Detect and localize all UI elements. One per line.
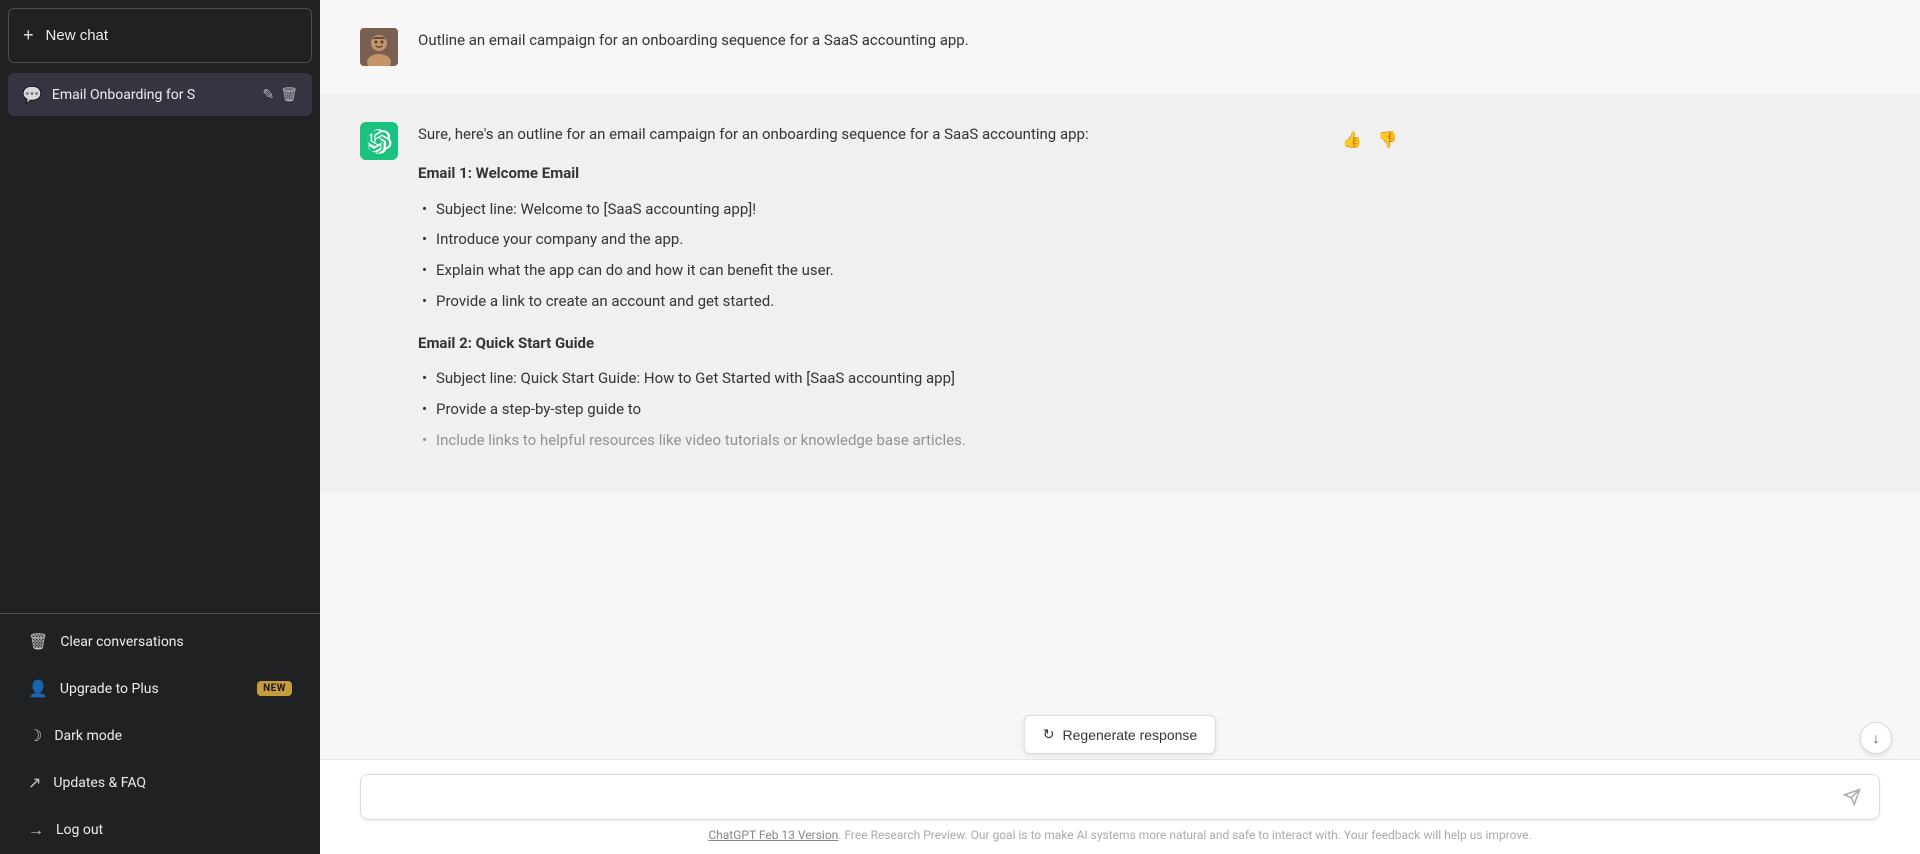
trash-icon: 🗑: [28, 632, 48, 651]
regenerate-button[interactable]: ↻ Regenerate response: [1024, 715, 1216, 754]
email2-heading: Email 2: Quick Start Guide: [418, 331, 1318, 356]
user-message-content: Outline an email campaign for an onboard…: [418, 28, 1318, 53]
email2-bullet-3: Include links to helpful resources like …: [418, 425, 1318, 456]
thumbs-up-button[interactable]: 👍: [1338, 126, 1366, 154]
sidebar-item-upgrade[interactable]: 👤 Upgrade to Plus NEW: [8, 667, 312, 710]
assistant-message-content: Sure, here's an outline for an email cam…: [418, 122, 1318, 464]
assistant-message-row: Sure, here's an outline for an email cam…: [320, 94, 1920, 492]
external-link-icon: ↗: [28, 773, 41, 792]
send-button[interactable]: [1839, 786, 1865, 808]
upgrade-label: Upgrade to Plus: [60, 681, 245, 697]
input-container: [360, 774, 1880, 820]
email1-bullets: Subject line: Welcome to [SaaS accountin…: [418, 194, 1318, 317]
sidebar-item-logout[interactable]: → Log out: [8, 808, 312, 852]
new-badge: NEW: [257, 681, 292, 696]
user-message-text: Outline an email campaign for an onboard…: [418, 31, 969, 49]
clear-label: Clear conversations: [60, 634, 292, 650]
plus-icon: +: [23, 25, 34, 46]
email2-bullet-2: Provide a step-by-step guide to: [418, 394, 1318, 425]
sidebar-item-updates[interactable]: ↗ Updates & FAQ: [8, 761, 312, 804]
footer-description: . Free Research Preview. Our goal is to …: [838, 828, 1531, 842]
email2-bullet-1: Subject line: Quick Start Guide: How to …: [418, 363, 1318, 394]
delete-icon[interactable]: 🗑: [280, 87, 298, 103]
main-content: Outline an email campaign for an onboard…: [320, 0, 1920, 854]
send-icon: [1843, 788, 1861, 806]
openai-logo: [366, 128, 392, 154]
chat-messages: Outline an email campaign for an onboard…: [320, 0, 1920, 759]
assistant-intro: Sure, here's an outline for an email cam…: [418, 122, 1318, 147]
moon-icon: ☽: [28, 726, 42, 745]
email1-bullet-1: Subject line: Welcome to [SaaS accountin…: [418, 194, 1318, 225]
darkmode-label: Dark mode: [54, 728, 292, 744]
assistant-avatar: [360, 122, 398, 160]
email1-bullet-3: Explain what the app can do and how it c…: [418, 255, 1318, 286]
email1-bullet-2: Introduce your company and the app.: [418, 224, 1318, 255]
logout-label: Log out: [56, 822, 292, 838]
updates-label: Updates & FAQ: [53, 775, 292, 791]
thumbs-down-button[interactable]: 👎: [1374, 126, 1402, 154]
footer-link[interactable]: ChatGPT Feb 13 Version: [708, 828, 838, 842]
sidebar-item-clear[interactable]: 🗑 Clear conversations: [8, 620, 312, 663]
conversation-actions: ✎ 🗑: [262, 87, 298, 103]
user-message-row: Outline an email campaign for an onboard…: [320, 0, 1920, 94]
conversation-item[interactable]: 💬 Email Onboarding for S ✎ 🗑: [8, 73, 312, 116]
email2-bullets: Subject line: Quick Start Guide: How to …: [418, 363, 1318, 455]
new-chat-label: New chat: [46, 27, 109, 44]
regenerate-label: Regenerate response: [1063, 727, 1198, 743]
new-chat-button[interactable]: + New chat: [8, 8, 312, 63]
footer-text: ChatGPT Feb 13 Version. Free Research Pr…: [360, 820, 1880, 846]
edit-icon[interactable]: ✎: [262, 87, 274, 103]
scroll-bottom-button[interactable]: ↓: [1860, 722, 1892, 754]
regenerate-icon: ↻: [1043, 726, 1055, 743]
user-avatar: [360, 28, 398, 66]
logout-icon: →: [28, 820, 44, 840]
user-avatar-image: [360, 28, 398, 66]
message-actions: 👍 👎: [1338, 126, 1402, 154]
email1-heading: Email 1: Welcome Email: [418, 161, 1318, 186]
sidebar-divider: [0, 613, 320, 614]
sidebar: + New chat 💬 Email Onboarding for S ✎ 🗑 …: [0, 0, 320, 854]
chat-icon: 💬: [22, 85, 42, 104]
input-area: ChatGPT Feb 13 Version. Free Research Pr…: [320, 759, 1920, 854]
email1-bullet-4: Provide a link to create an account and …: [418, 286, 1318, 317]
message-input[interactable]: [375, 785, 1839, 809]
conversation-label: Email Onboarding for S: [52, 87, 253, 103]
sidebar-item-darkmode[interactable]: ☽ Dark mode: [8, 714, 312, 757]
user-icon: 👤: [28, 679, 48, 698]
